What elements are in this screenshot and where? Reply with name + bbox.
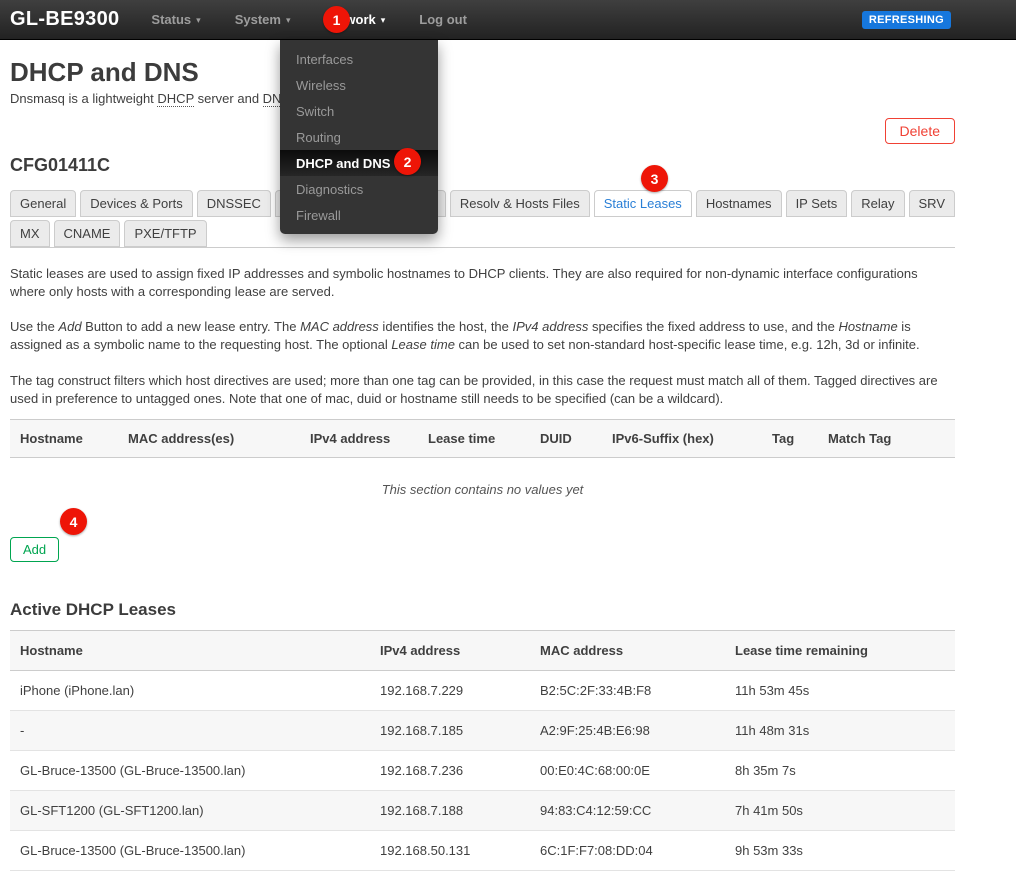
column-header-hostname: Hostname (20, 643, 83, 659)
chevron-down-icon: ▾ (196, 15, 201, 25)
delete-button-row: Delete (10, 117, 955, 146)
column-header-tag: Tag (772, 431, 795, 447)
table-row: - 192.168.7.185 A2:9F:25:4B:E6:98 11h 48… (10, 711, 955, 752)
menu-item-wireless[interactable]: Wireless (280, 72, 438, 98)
cell-mac: 6C:1F:F7:08:DD:04 (540, 843, 653, 859)
menu-item-switch[interactable]: Switch (280, 98, 438, 124)
page-content: DHCP and DNS Dnsmasq is a lightweight DH… (0, 57, 1016, 872)
cell-mac: B2:5C:2F:33:4B:F8 (540, 683, 652, 699)
static-leases-table-header: Hostname MAC address(es) IPv4 address Le… (10, 419, 955, 459)
tab-general[interactable]: General (10, 189, 77, 217)
annotation-badge-3: 3 (641, 165, 668, 192)
cell-mac: A2:9F:25:4B:E6:98 (540, 723, 650, 739)
column-header-match-tag: Match Tag (828, 431, 892, 447)
tab-resolv-hosts-files[interactable]: Resolv & Hosts Files (449, 189, 590, 217)
brand-logo: GL-BE9300 (10, 8, 120, 30)
active-leases-table: Hostname IPv4 address MAC address Lease … (10, 630, 955, 872)
cell-hostname: GL-Bruce-13500 (GL-Bruce-13500.lan) (20, 763, 246, 779)
column-header-mac-address: MAC address (540, 643, 624, 659)
tabs-row-2: MX CNAME PXE/TFTP (10, 219, 955, 247)
menu-item-diagnostics[interactable]: Diagnostics (280, 176, 438, 202)
chevron-down-icon: ▾ (285, 15, 291, 25)
top-navbar: GL-BE9300 Status ▾ System ▾ Network ▾ Lo… (0, 0, 1016, 40)
description-paragraph-2: Use the Add Button to add a new lease en… (10, 319, 920, 353)
cell-remaining: 9h 53m 33s (735, 843, 803, 859)
table-row: GL-SFT1200 (GL-SFT1200.lan) 192.168.7.18… (10, 791, 955, 832)
cell-remaining: 7h 41m 50s (735, 803, 803, 819)
delete-button[interactable]: Delete (884, 117, 955, 144)
network-dropdown-menu: Interfaces Wireless Switch Routing DHCP … (280, 40, 438, 234)
tab-relay[interactable]: Relay (851, 189, 905, 217)
tab-devices-ports[interactable]: Devices & Ports (80, 189, 193, 217)
cell-ipv4: 192.168.50.131 (380, 843, 471, 859)
nav-item-status[interactable]: Status ▾ (151, 12, 200, 27)
cell-ipv4: 192.168.7.229 (380, 683, 464, 699)
table-row: iPhone (iPhone.lan) 192.168.7.229 B2:5C:… (10, 671, 955, 712)
column-header-lease-time-remaining: Lease time remaining (735, 643, 868, 659)
tab-hostnames[interactable]: Hostnames (695, 189, 782, 217)
tab-srv[interactable]: SRV (908, 189, 955, 217)
column-header-hostname: Hostname (20, 431, 83, 447)
cell-hostname: iPhone (iPhone.lan) (20, 683, 135, 699)
column-header-ipv4-address: IPv4 address (310, 431, 391, 447)
cell-remaining: 11h 48m 31s (735, 723, 810, 739)
config-section-title: CFG01411C (10, 154, 111, 175)
active-dhcp-leases-title: Active DHCP Leases (10, 600, 176, 620)
tab-mx[interactable]: MX (10, 219, 50, 247)
tab-static-leases[interactable]: Static Leases (593, 189, 692, 217)
column-header-duid: DUID (540, 431, 572, 447)
annotation-badge-2: 2 (394, 148, 421, 175)
tab-pxe-tftp[interactable]: PXE/TFTP (124, 219, 207, 247)
column-header-ipv6-suffix: IPv6-Suffix (hex) (612, 431, 714, 447)
chevron-down-icon: ▾ (380, 15, 386, 25)
add-button-row: Add (10, 537, 955, 563)
cell-ipv4: 192.168.7.185 (380, 723, 464, 739)
tabs-row-1: General Devices & Ports DNSSEC Filter Lo… (10, 189, 955, 217)
nav-item-system[interactable]: System ▾ (235, 12, 291, 27)
annotation-badge-4: 4 (60, 508, 87, 535)
cell-ipv4: 192.168.7.188 (380, 803, 464, 819)
cell-hostname: GL-SFT1200 (GL-SFT1200.lan) (20, 803, 204, 819)
tab-dnssec[interactable]: DNSSEC (196, 189, 271, 217)
tab-cname[interactable]: CNAME (53, 219, 121, 247)
annotation-badge-1: 1 (323, 6, 350, 33)
table-row: GL-Bruce-13500 (GL-Bruce-13500.lan) 192.… (10, 751, 955, 792)
column-header-mac-addresses: MAC address(es) (128, 431, 235, 447)
cell-remaining: 8h 35m 7s (735, 763, 796, 779)
add-button[interactable]: Add (10, 537, 60, 563)
description-paragraph-3: The tag construct filters which host dir… (10, 372, 938, 406)
menu-item-firewall[interactable]: Firewall (280, 202, 438, 228)
empty-state-text: This section contains no values yet (381, 482, 584, 498)
description-paragraph-1: Static leases are used to assign fixed I… (10, 265, 918, 300)
refreshing-status-badge: REFRESHING (861, 10, 951, 29)
tab-ip-sets[interactable]: IP Sets (785, 189, 848, 217)
cell-hostname: GL-Bruce-13500 (GL-Bruce-13500.lan) (20, 843, 246, 859)
cell-mac: 94:83:C4:12:59:CC (540, 803, 652, 819)
tabs-separator-line (10, 246, 955, 248)
page-title: DHCP and DNS (10, 57, 199, 87)
column-header-ipv4-address: IPv4 address (380, 643, 461, 659)
table-header-row: Hostname IPv4 address MAC address Lease … (10, 630, 955, 672)
menu-item-routing[interactable]: Routing (280, 124, 438, 150)
table-row: GL-Bruce-13500 (GL-Bruce-13500.lan) 192.… (10, 831, 955, 872)
column-header-lease-time: Lease time (428, 431, 496, 447)
cell-hostname: - (20, 723, 25, 739)
cell-mac: 00:E0:4C:68:00:0E (540, 763, 650, 779)
nav-item-logout[interactable]: Log out (419, 12, 467, 27)
cell-remaining: 11h 53m 45s (735, 683, 810, 699)
menu-item-interfaces[interactable]: Interfaces (280, 46, 438, 72)
cell-ipv4: 192.168.7.236 (380, 763, 464, 779)
page-subtitle: Dnsmasq is a lightweight DHCP server and… (10, 90, 352, 107)
